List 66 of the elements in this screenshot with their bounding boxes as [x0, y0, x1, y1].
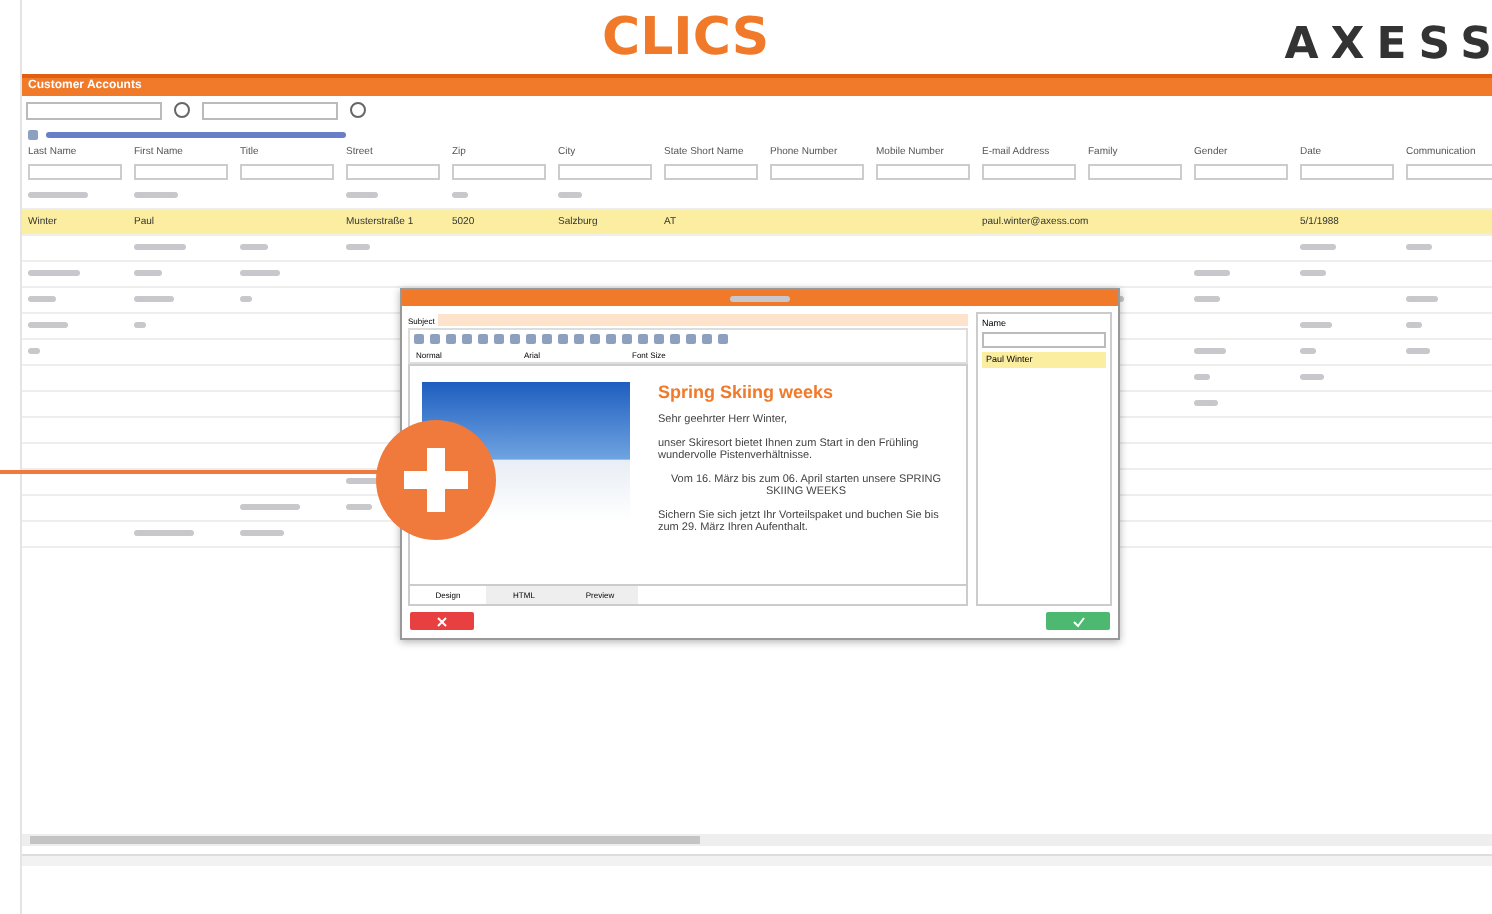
blurred-text — [1300, 270, 1327, 277]
blurred-text — [134, 322, 146, 329]
filter-field[interactable] — [982, 164, 1076, 180]
blurred-text — [28, 270, 80, 277]
blurred-text — [1300, 322, 1332, 329]
brand-logo: AXESS — [1284, 20, 1492, 70]
blurred-text — [1406, 244, 1433, 251]
blurred-text — [1194, 296, 1221, 303]
checkbox-icon[interactable] — [28, 129, 38, 139]
blurred-text — [1406, 296, 1438, 303]
blurred-text — [730, 295, 790, 301]
blurred-text — [134, 270, 162, 277]
filter-field[interactable] — [346, 164, 440, 180]
blurred-text — [558, 192, 582, 199]
filter-icon[interactable] — [174, 102, 190, 118]
close-icon — [436, 615, 448, 627]
filter-field[interactable] — [134, 164, 228, 180]
filter-field[interactable] — [558, 164, 652, 180]
blurred-text — [346, 244, 370, 251]
filter-field[interactable] — [770, 164, 864, 180]
filter-field[interactable] — [452, 164, 546, 180]
filter-field[interactable] — [1194, 164, 1288, 180]
email-heading: Spring Skiing weeks — [658, 382, 836, 402]
filter-field[interactable] — [240, 164, 334, 180]
filter-field[interactable] — [664, 164, 758, 180]
blurred-text — [134, 244, 186, 251]
blurred-text — [452, 192, 469, 199]
account-dropdown[interactable] — [26, 101, 162, 119]
subject-field[interactable] — [438, 314, 968, 326]
cancel-button[interactable] — [410, 612, 474, 630]
blurred-text — [1194, 348, 1226, 355]
blurred-text — [1406, 322, 1423, 329]
filter-field[interactable] — [876, 164, 970, 180]
blurred-text — [1406, 348, 1430, 355]
blurred-text — [240, 504, 300, 511]
blurred-text — [240, 530, 284, 537]
blurred-text — [240, 296, 252, 303]
confirm-button[interactable] — [1046, 612, 1110, 630]
blurred-text — [1194, 400, 1218, 407]
blurred-text — [1300, 348, 1317, 355]
blurred-text — [240, 244, 268, 251]
blurred-text — [1300, 244, 1336, 251]
name-field[interactable] — [982, 332, 1106, 348]
blurred-text — [1194, 270, 1230, 277]
check-icon — [1071, 615, 1085, 627]
blurred-text — [240, 270, 280, 277]
blurred-text — [346, 192, 378, 199]
blurred-text — [28, 296, 56, 303]
blurred-text — [134, 192, 178, 199]
filter-field[interactable] — [1088, 164, 1182, 180]
blurred-text — [134, 296, 174, 303]
filter-field[interactable] — [28, 164, 122, 180]
blurred-text — [1300, 374, 1324, 381]
blurred-text — [134, 530, 194, 537]
blurred-text — [1194, 374, 1211, 381]
app-logo: CLICS — [602, 8, 770, 68]
view-dropdown[interactable] — [202, 101, 338, 119]
filter-field[interactable] — [1406, 164, 1492, 180]
blurred-text — [28, 192, 88, 199]
horizontal-scrollbar[interactable] — [22, 834, 1492, 846]
add-icon[interactable] — [350, 102, 366, 118]
blurred-text — [28, 322, 68, 329]
filter-field[interactable] — [1300, 164, 1394, 180]
blurred-text — [346, 504, 373, 511]
blurred-text — [28, 348, 40, 355]
blurred-link[interactable] — [46, 131, 346, 137]
